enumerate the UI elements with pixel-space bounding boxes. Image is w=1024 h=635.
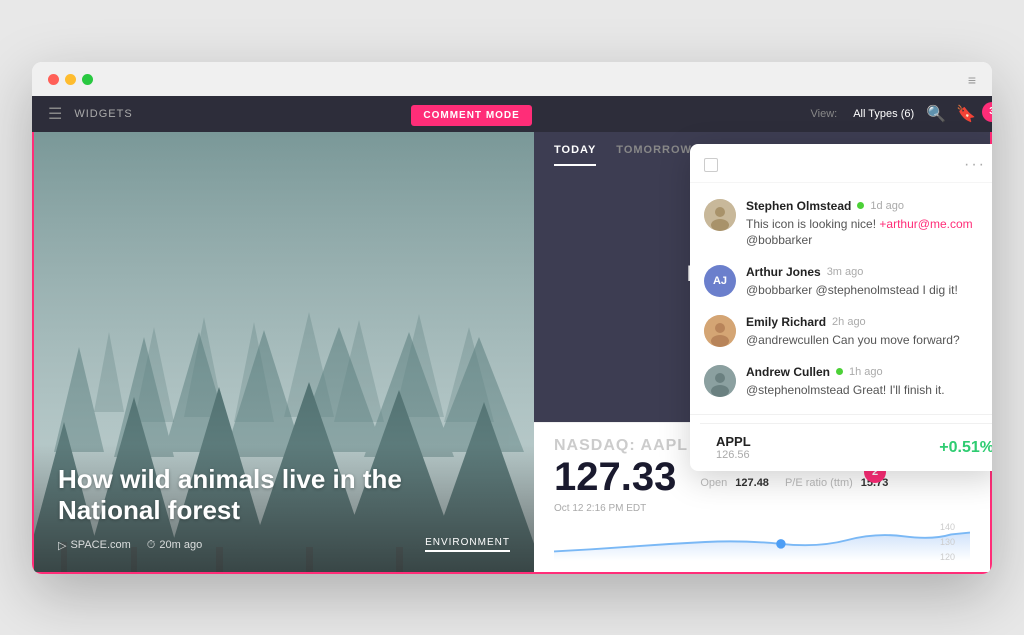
hamburger-icon[interactable]: ☰ xyxy=(48,104,62,124)
article-source: ▷ SPACE.com xyxy=(58,539,131,552)
stock-price: 127.33 xyxy=(554,455,688,499)
comment-mode-badge[interactable]: COMMENT MODE xyxy=(411,105,531,126)
stock-chart xyxy=(554,522,970,562)
article-overlay: How wild animals live in the National fo… xyxy=(34,444,534,571)
comment-text-stephen: This icon is looking nice! +arthur@me.co… xyxy=(746,216,973,250)
comment-time-stephen: 1d ago xyxy=(870,200,904,212)
appl-price: 126.56 xyxy=(716,449,751,461)
stat-open: Open 127.48 xyxy=(700,477,769,489)
toolbar-left: ☰ WIDGETS xyxy=(48,104,133,124)
browser-chrome: ≡ ☰ WIDGETS COMMENT MODE View: All Types… xyxy=(32,62,992,132)
comment-text-andrew: @stephenolmstead Great! I'll finish it. xyxy=(746,382,945,399)
online-indicator-andrew xyxy=(836,368,843,375)
avatar-initials-arthur: AJ xyxy=(713,275,727,287)
article-background: How wild animals live in the National fo… xyxy=(34,132,534,572)
avatar-emily xyxy=(704,315,736,347)
comment-body-andrew: Andrew Cullen 1h ago @stephenolmstead Gr… xyxy=(746,365,945,399)
avatar-img-andrew xyxy=(704,365,736,397)
avatar-arthur: AJ xyxy=(704,265,736,297)
stock-left: NASDAQ: AAPL 127.33 Oct 12 2:16 PM EDT xyxy=(554,437,688,514)
article-tag: ENVIRONMENT xyxy=(425,537,510,552)
comment-link-stephen[interactable]: +arthur@me.com xyxy=(879,217,972,231)
comment-item: AJ Arthur Jones 3m ago @bobbarker @steph… xyxy=(690,257,992,307)
browser-dots xyxy=(48,74,93,85)
source-icon: ▷ xyxy=(58,539,66,552)
notification-badge: 3 xyxy=(982,102,992,122)
toolbar-widgets-label: WIDGETS xyxy=(74,108,132,120)
stock-chart-area: 140 130 120 xyxy=(554,522,970,562)
comment-text-emily: @andrewcullen Can you move forward? xyxy=(746,332,960,349)
stock-ticker: NASDAQ: AAPL xyxy=(554,437,688,455)
online-indicator-stephen xyxy=(857,202,864,209)
minimize-dot[interactable] xyxy=(65,74,76,85)
comment-panel: ··· Stephen Olmstead xyxy=(690,144,992,472)
chart-y-axis: 140 130 120 xyxy=(940,522,970,562)
avatar-img-stephen xyxy=(704,199,736,231)
comment-body-arthur: Arthur Jones 3m ago @bobbarker @stepheno… xyxy=(746,265,958,299)
bookmark-icon[interactable]: 🔖 xyxy=(956,104,976,124)
y-label-130: 130 xyxy=(940,537,970,547)
comment-name-emily: Emily Richard xyxy=(746,315,826,329)
comment-body-emily: Emily Richard 2h ago @andrewcullen Can y… xyxy=(746,315,960,349)
search-icon[interactable]: 🔍 xyxy=(926,104,946,124)
browser-window: ≡ ☰ WIDGETS COMMENT MODE View: All Types… xyxy=(32,62,992,574)
article-panel: How wild animals live in the National fo… xyxy=(34,132,534,572)
comment-item: Stephen Olmstead 1d ago This icon is loo… xyxy=(690,191,992,258)
comment-body-stephen: Stephen Olmstead 1d ago This icon is loo… xyxy=(746,199,973,250)
appl-change: +0.51% xyxy=(939,439,992,457)
comment-item: Emily Richard 2h ago @andrewcullen Can y… xyxy=(690,307,992,357)
maximize-dot[interactable] xyxy=(82,74,93,85)
appl-ticker: APPL xyxy=(716,434,751,449)
stat-row-3: Open 127.48 P/E ratio (ttm) 15.73 xyxy=(700,477,888,489)
comment-name-arthur: Arthur Jones xyxy=(746,265,821,279)
close-dot[interactable] xyxy=(48,74,59,85)
toolbar-center: COMMENT MODE xyxy=(411,105,531,123)
view-value: All Types (6) xyxy=(853,108,914,120)
comment-list: Stephen Olmstead 1d ago This icon is loo… xyxy=(690,183,992,415)
appl-info: APPL 126.56 xyxy=(716,434,751,461)
main-content: How wild animals live in the National fo… xyxy=(32,132,992,574)
comment-name-andrew: Andrew Cullen xyxy=(746,365,830,379)
article-time: ⏱ 20m ago xyxy=(147,539,202,552)
toolbar-right: View: All Types (6) 🔍 🔖 3 xyxy=(811,104,976,124)
appl-strip: APPL 126.56 +0.51% xyxy=(700,423,992,471)
comment-time-emily: 2h ago xyxy=(832,316,866,328)
avatar-stephen xyxy=(704,199,736,231)
browser-top: ≡ xyxy=(48,72,976,88)
comment-header-stephen: Stephen Olmstead 1d ago xyxy=(746,199,973,213)
comment-header-emily: Emily Richard 2h ago xyxy=(746,315,960,329)
y-label-120: 120 xyxy=(940,552,970,562)
view-label: View: xyxy=(811,108,838,120)
clock-icon: ⏱ xyxy=(147,539,156,552)
comment-text-arthur: @bobbarker @stephenolmstead I dig it! xyxy=(746,282,958,299)
comment-item: Andrew Cullen 1h ago @stephenolmstead Gr… xyxy=(690,357,992,407)
y-label-140: 140 xyxy=(940,522,970,532)
comment-checkbox[interactable] xyxy=(704,158,718,172)
avatar-andrew xyxy=(704,365,736,397)
comment-panel-header: ··· xyxy=(690,144,992,183)
comment-header-arthur: Arthur Jones 3m ago xyxy=(746,265,958,279)
browser-menu-icon: ≡ xyxy=(968,72,976,88)
article-title: How wild animals live in the National fo… xyxy=(58,464,510,526)
tab-tomorrow[interactable]: TOMORROW xyxy=(616,144,692,166)
comment-time-andrew: 1h ago xyxy=(849,366,883,378)
stock-date: Oct 12 2:16 PM EDT xyxy=(554,503,688,514)
avatar-img-emily xyxy=(704,315,736,347)
comment-header-andrew: Andrew Cullen 1h ago xyxy=(746,365,945,379)
comment-time-arthur: 3m ago xyxy=(827,266,864,278)
tab-today[interactable]: TODAY xyxy=(554,144,596,166)
comment-name-stephen: Stephen Olmstead xyxy=(746,199,851,213)
app-toolbar: ☰ WIDGETS COMMENT MODE View: All Types (… xyxy=(32,96,992,132)
comment-more-icon[interactable]: ··· xyxy=(964,156,986,174)
